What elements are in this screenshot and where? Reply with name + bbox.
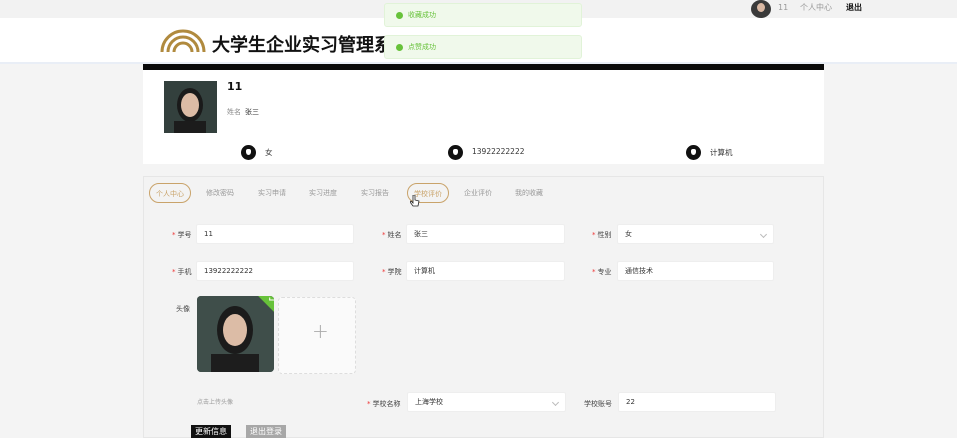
info-phone-text: 13922222222 (472, 147, 525, 156)
upload-avatar-button[interactable]: + (278, 297, 356, 374)
tab-personal-center[interactable]: 个人中心 (149, 183, 191, 203)
portrait-image (164, 81, 217, 133)
profile-name: 11 (227, 80, 243, 93)
success-icon (396, 12, 403, 19)
update-info-button[interactable]: 更新信息 (191, 425, 231, 438)
profile-name-label: 姓名 (227, 108, 241, 116)
site-title: 大学生企业实习管理系 (212, 35, 392, 56)
uploaded-avatar[interactable] (197, 296, 274, 372)
phone-input[interactable]: 13922222222 (196, 261, 354, 281)
profile-name-value: 张三 (245, 108, 259, 116)
school-name-label: * 学校名称 (367, 400, 401, 408)
college-label: * 学院 (382, 268, 402, 276)
logout-link[interactable]: 退出 (846, 1, 862, 15)
school-account-label: 学校账号 (584, 400, 612, 408)
tab-internship-progress[interactable]: 实习进度 (309, 183, 337, 203)
gender-select[interactable]: 女 (617, 224, 774, 244)
tab-company-review[interactable]: 企业评价 (464, 183, 492, 203)
tab-change-password[interactable]: 修改密码 (206, 183, 234, 203)
logo-icon (160, 29, 206, 53)
personal-center-link[interactable]: 个人中心 (800, 1, 832, 15)
top-user-id: 11 (778, 3, 789, 12)
toast-message: 点赞成功 (384, 35, 582, 59)
college-input[interactable]: 计算机 (406, 261, 565, 281)
upload-tip: 点击上传头像 (197, 399, 234, 406)
student-no-label: * 学号 (172, 231, 192, 239)
toast-text: 收藏成功 (408, 11, 436, 19)
tab-internship-apply[interactable]: 实习申请 (258, 183, 286, 203)
college-icon (686, 145, 701, 160)
toast-text: 点赞成功 (408, 43, 436, 51)
chevron-down-icon (551, 398, 560, 407)
name-label: * 姓名 (382, 231, 402, 239)
student-no-input[interactable]: 11 (196, 224, 354, 244)
success-icon (396, 44, 403, 51)
school-name-select[interactable]: 上海学校 (407, 392, 566, 412)
user-avatar[interactable] (751, 0, 771, 18)
gender-label: * 性别 (592, 231, 612, 239)
pointer-cursor-icon (410, 195, 420, 207)
school-account-input[interactable]: 22 (618, 392, 776, 412)
info-college-text: 计算机 (710, 148, 733, 157)
profile-photo (164, 81, 217, 133)
toast-message: 收藏成功 (384, 3, 582, 27)
chevron-down-icon (759, 230, 768, 239)
profile-card: 11 姓名 张三 女 13922222222 计算机 (143, 70, 824, 164)
tab-internship-report[interactable]: 实习报告 (361, 183, 389, 203)
phone-icon (448, 145, 463, 160)
tab-my-favorites[interactable]: 我的收藏 (515, 183, 543, 203)
avatar-label: 头像 (176, 305, 190, 313)
avatar-image (197, 296, 274, 372)
gender-icon (241, 145, 256, 160)
info-gender-text: 女 (265, 148, 273, 157)
phone-label: * 手机 (172, 268, 192, 276)
major-label: * 专业 (592, 268, 612, 276)
logout-button[interactable]: 退出登录 (246, 425, 286, 438)
profile-panel: 个人中心 修改密码 实习申请 实习进度 实习报告 学校评价 企业评价 我的收藏 … (143, 176, 824, 438)
plus-icon: + (312, 319, 329, 343)
major-input[interactable]: 通信技术 (617, 261, 774, 281)
name-input[interactable]: 张三 (406, 224, 565, 244)
